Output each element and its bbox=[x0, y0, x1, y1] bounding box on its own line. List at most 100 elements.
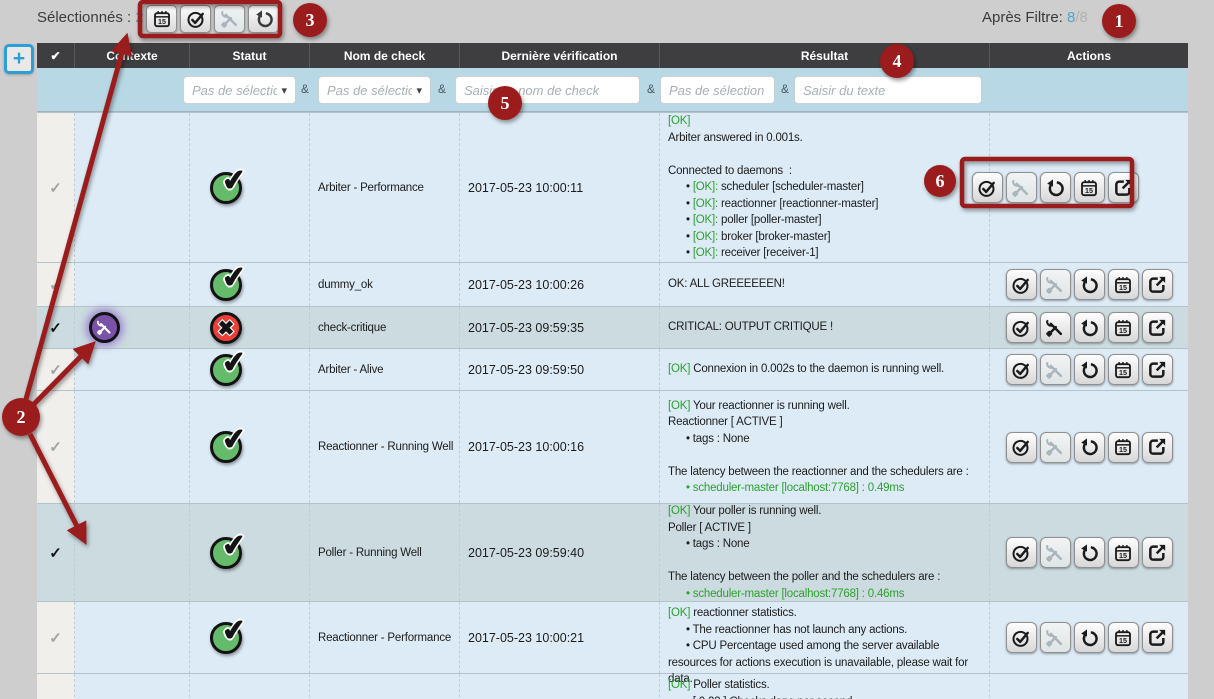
last-check-time: 2017-05-23 10:00:16 bbox=[460, 391, 660, 503]
check-circle-icon bbox=[186, 9, 206, 29]
filter-date-input[interactable] bbox=[660, 76, 775, 104]
check-circle-icon bbox=[1011, 628, 1031, 648]
fix-button[interactable] bbox=[1040, 622, 1071, 653]
tools-icon bbox=[1045, 543, 1065, 563]
undo-button[interactable] bbox=[1074, 354, 1105, 385]
bulk-downtime-button[interactable] bbox=[146, 5, 177, 33]
export-button[interactable] bbox=[1142, 354, 1173, 385]
recheck-button[interactable] bbox=[1006, 312, 1037, 343]
row-select-checkbox[interactable]: ✓ bbox=[37, 391, 75, 503]
result-text: [OK] Your reactionner is running well.Re… bbox=[660, 391, 990, 503]
selected-summary: Sélectionnés : 2 bbox=[37, 9, 144, 26]
undo-button[interactable] bbox=[1074, 537, 1105, 568]
check-icon: ✓ bbox=[49, 179, 62, 197]
status-cell: ✖ bbox=[190, 307, 310, 348]
actions-cell bbox=[990, 504, 1188, 601]
last-check-time: 2017-05-23 09:59:35 bbox=[460, 307, 660, 348]
export-icon bbox=[1113, 178, 1133, 198]
table-row: ✓ ✔ Reactionner - Running Well 2017-05-2… bbox=[37, 390, 1188, 503]
undo-icon bbox=[1079, 543, 1099, 563]
fix-button[interactable] bbox=[1040, 354, 1071, 385]
header-select-all[interactable]: ✔ bbox=[37, 43, 75, 68]
downtime-button[interactable] bbox=[1108, 537, 1139, 568]
filter-name-input[interactable] bbox=[455, 76, 640, 104]
recheck-button[interactable] bbox=[1006, 622, 1037, 653]
fix-button[interactable] bbox=[1040, 432, 1071, 463]
context-cell bbox=[75, 674, 190, 699]
last-check-time bbox=[460, 674, 660, 699]
row-select-checkbox[interactable]: ✓ bbox=[37, 349, 75, 390]
result-text: CRITICAL: OUTPUT CRITIQUE ! bbox=[660, 307, 990, 348]
undo-icon bbox=[1079, 360, 1099, 380]
bulk-fix-button[interactable] bbox=[214, 5, 245, 33]
export-button[interactable] bbox=[1108, 172, 1139, 203]
row-select-checkbox[interactable]: ✓ bbox=[37, 113, 75, 262]
header-actions[interactable]: Actions bbox=[990, 43, 1188, 68]
filter-separator: & bbox=[438, 82, 446, 96]
export-button[interactable] bbox=[1142, 269, 1173, 300]
undo-button[interactable] bbox=[1074, 622, 1105, 653]
calendar-15-icon bbox=[1079, 178, 1099, 198]
fix-button[interactable] bbox=[1006, 172, 1037, 203]
downtime-button[interactable] bbox=[1108, 622, 1139, 653]
downtime-button[interactable] bbox=[1074, 172, 1105, 203]
checks-table-page: Sélectionnés : 2 Après Filtre: 8/8 + ✔ C… bbox=[0, 0, 1214, 699]
check-name: Reactionner - Performance bbox=[310, 602, 460, 673]
export-button[interactable] bbox=[1142, 432, 1173, 463]
downtime-button[interactable] bbox=[1108, 432, 1139, 463]
table-row: ✓ ✔ Arbiter - Alive 2017-05-23 09:59:50 … bbox=[37, 348, 1188, 390]
filter-contexte-select[interactable]: Pas de sélection ▾ bbox=[183, 76, 296, 104]
recheck-button[interactable] bbox=[972, 172, 1003, 203]
recheck-button[interactable] bbox=[1006, 537, 1037, 568]
recheck-button[interactable] bbox=[1006, 432, 1037, 463]
bulk-recheck-button[interactable] bbox=[180, 5, 211, 33]
export-button[interactable] bbox=[1142, 312, 1173, 343]
export-button[interactable] bbox=[1142, 622, 1173, 653]
filter-separator: & bbox=[301, 82, 309, 96]
row-select-checkbox[interactable]: ✓ bbox=[37, 263, 75, 306]
actions-cell bbox=[990, 113, 1188, 262]
filter-result-input[interactable] bbox=[794, 76, 982, 104]
header-contexte[interactable]: Contexte bbox=[75, 43, 190, 68]
check-icon: ✔ bbox=[220, 258, 248, 295]
recheck-button[interactable] bbox=[1006, 269, 1037, 300]
header-resultat[interactable]: Résultat bbox=[660, 43, 990, 68]
check-name: Reactionner - Running Well bbox=[310, 391, 460, 503]
annotation-number: 1 bbox=[1115, 11, 1124, 31]
undo-button[interactable] bbox=[1074, 432, 1105, 463]
check-circle-icon bbox=[977, 178, 997, 198]
undo-button[interactable] bbox=[1074, 269, 1105, 300]
tools-icon bbox=[1011, 178, 1031, 198]
row-select-checkbox[interactable]: ✓ bbox=[37, 504, 75, 601]
status-ok-icon: ✔ bbox=[210, 269, 242, 301]
header-nom-de-check[interactable]: Nom de check bbox=[310, 43, 460, 68]
filter-statut-select[interactable]: Pas de sélection ▾ bbox=[318, 76, 431, 104]
check-icon: ✔ bbox=[220, 421, 248, 458]
fix-button[interactable] bbox=[1040, 537, 1071, 568]
calendar-15-icon bbox=[152, 9, 172, 29]
annotation-number: 3 bbox=[306, 10, 315, 30]
actions-cell bbox=[990, 391, 1188, 503]
check-icon: ✔ bbox=[220, 611, 248, 648]
downtime-button[interactable] bbox=[1108, 312, 1139, 343]
undo-button[interactable] bbox=[1074, 312, 1105, 343]
undo-icon bbox=[1045, 178, 1065, 198]
filter-separator: & bbox=[781, 82, 789, 96]
undo-icon bbox=[1079, 318, 1099, 338]
fix-button[interactable] bbox=[1040, 312, 1071, 343]
undo-button[interactable] bbox=[1040, 172, 1071, 203]
bulk-undo-button[interactable] bbox=[248, 5, 279, 33]
header-derniere-verification[interactable]: Dernière vérification bbox=[460, 43, 660, 68]
check-circle-icon bbox=[1011, 275, 1031, 295]
row-select-checkbox[interactable] bbox=[37, 674, 75, 699]
add-check-button[interactable]: + bbox=[4, 44, 34, 74]
export-icon bbox=[1147, 437, 1167, 457]
header-statut[interactable]: Statut bbox=[190, 43, 310, 68]
recheck-button[interactable] bbox=[1006, 354, 1037, 385]
export-button[interactable] bbox=[1142, 537, 1173, 568]
row-select-checkbox[interactable]: ✓ bbox=[37, 307, 75, 348]
row-select-checkbox[interactable]: ✓ bbox=[37, 602, 75, 673]
downtime-button[interactable] bbox=[1108, 269, 1139, 300]
downtime-button[interactable] bbox=[1108, 354, 1139, 385]
fix-button[interactable] bbox=[1040, 269, 1071, 300]
